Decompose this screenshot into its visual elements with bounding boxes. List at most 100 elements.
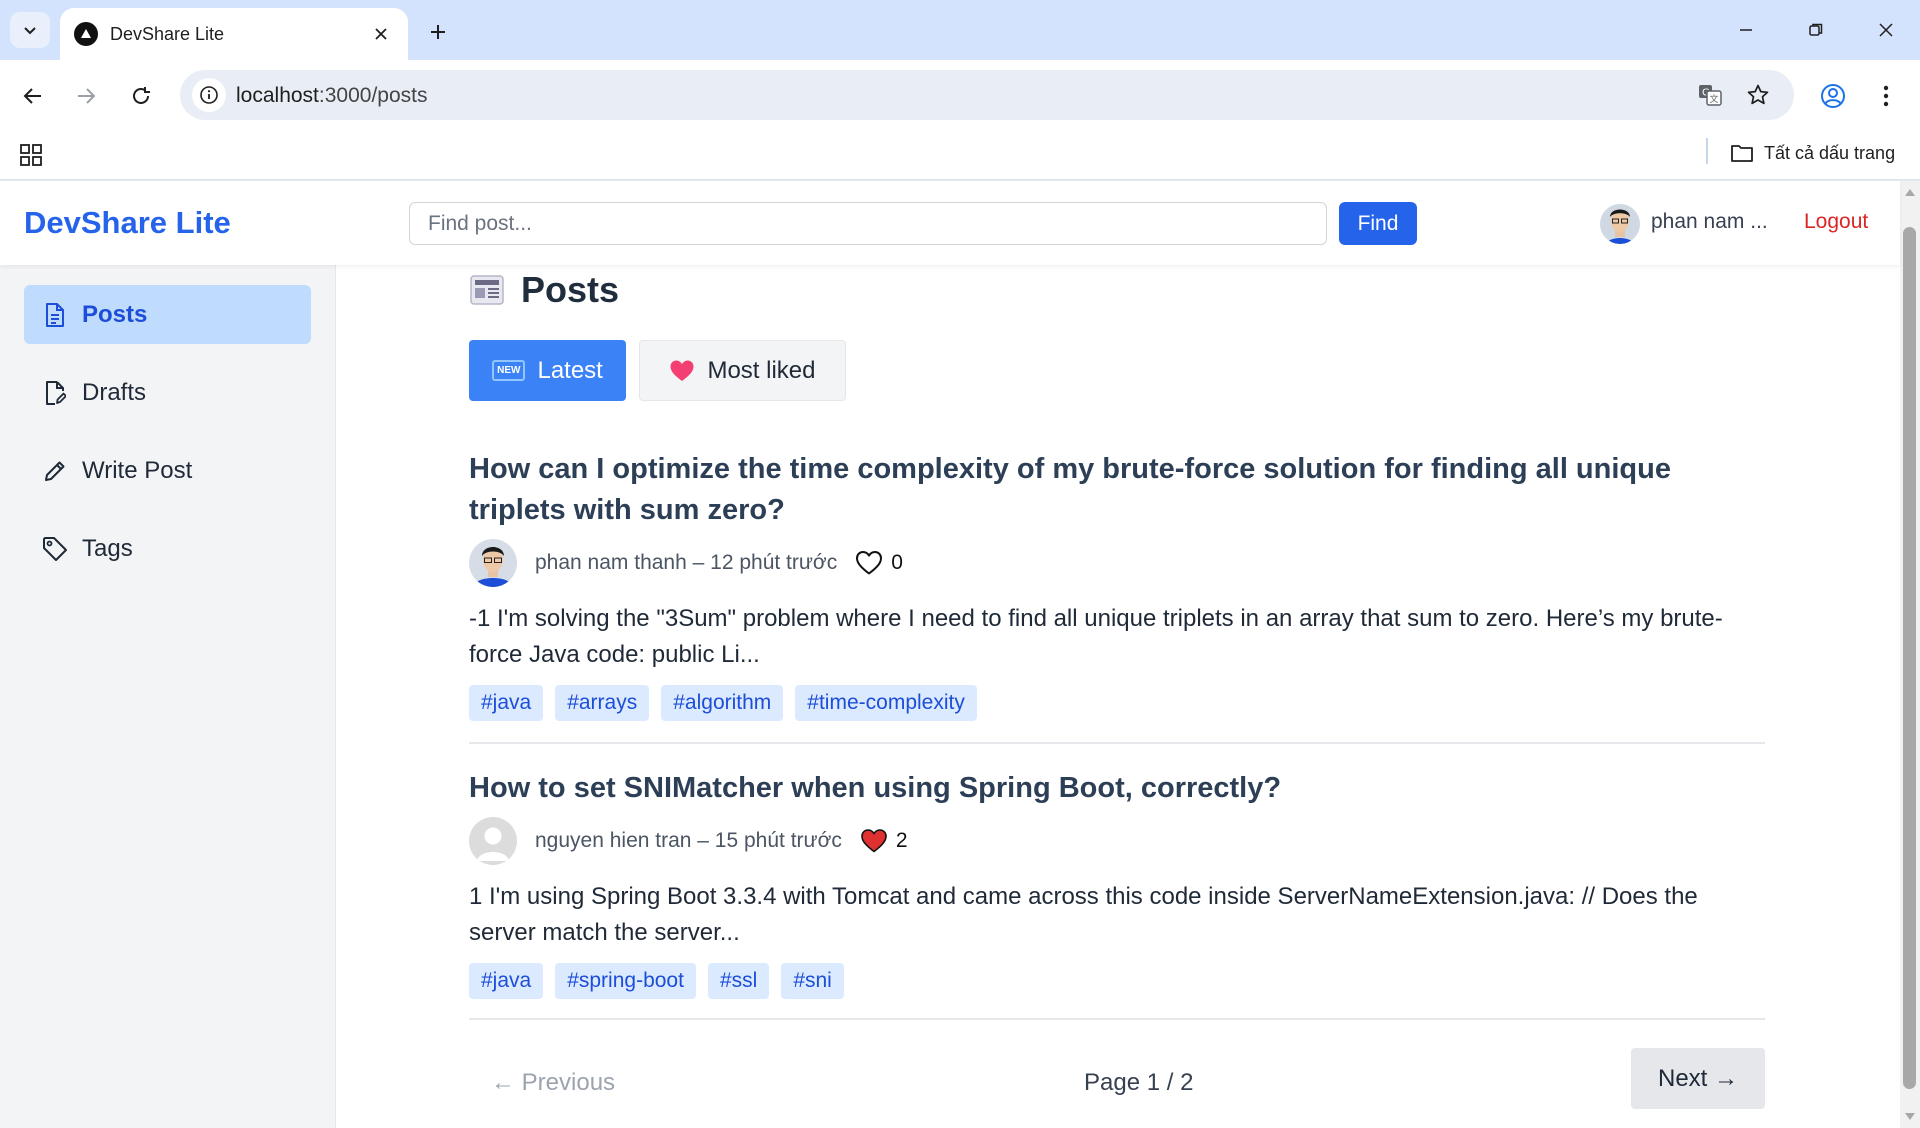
arrow-right-icon [78, 88, 96, 104]
avatar [469, 539, 517, 587]
sidebar-item-tags[interactable]: Tags [24, 519, 311, 578]
post-excerpt: -1 I'm solving the "3Sum" problem where … [469, 605, 1723, 668]
browser-tab[interactable]: DevShare Lite [60, 8, 408, 60]
tag-chip[interactable]: #ssl [707, 963, 770, 999]
forward-button[interactable] [66, 76, 106, 116]
minimize-button[interactable] [1722, 10, 1770, 50]
profile-button[interactable] [1813, 76, 1853, 116]
search-input[interactable] [409, 202, 1327, 245]
post-title[interactable]: How can I optimize the time complexity o… [469, 449, 1765, 531]
reload-button[interactable] [121, 76, 161, 116]
restore-icon [1809, 23, 1823, 36]
sidebar-item-posts[interactable]: Posts [24, 285, 311, 344]
post-divider [469, 742, 1765, 744]
tag-chip[interactable]: #java [469, 685, 544, 721]
sidebar-item-label: Tags [82, 534, 133, 562]
tag-chip[interactable]: #arrays [555, 685, 650, 721]
brand-logo[interactable]: DevShare Lite [24, 205, 231, 241]
sidebar-item-label: Write Post [82, 456, 193, 484]
all-bookmarks-button[interactable]: Tất cả dấu trang [1730, 138, 1895, 168]
post-author-time: phan nam thanh – 12 phút trước [535, 551, 838, 574]
avatar [469, 817, 517, 865]
draft-icon [42, 380, 68, 406]
page-title-text: Posts [521, 269, 620, 310]
avatar[interactable] [1600, 201, 1640, 247]
arrow-left-icon [23, 88, 41, 104]
reload-icon [133, 87, 150, 104]
app-header: DevShare Lite Find phan nam ... Logout [0, 181, 1900, 265]
post-divider [469, 1018, 1765, 1020]
page-title: Posts [469, 269, 619, 311]
minimize-icon [1740, 29, 1752, 31]
site-info-icon[interactable] [192, 78, 226, 112]
tab-title: DevShare Lite [110, 23, 225, 44]
post-meta: phan nam thanh – 12 phút trước 0 [469, 539, 1765, 587]
translate-icon[interactable]: G文 [1694, 80, 1726, 110]
back-button[interactable] [13, 76, 53, 116]
tag-icon [42, 536, 68, 562]
sort-most-liked-label: Most liked [707, 356, 816, 384]
document-icon [42, 302, 68, 328]
tag-chip[interactable]: #algorithm [661, 685, 784, 721]
app-favicon-icon [74, 22, 98, 46]
page-indicator: Page 1 / 2 [1084, 1069, 1194, 1096]
scroll-up-icon[interactable] [1904, 187, 1916, 197]
like-button[interactable]: 0 [855, 550, 903, 576]
post-item: How can I optimize the time complexity o… [469, 449, 1765, 721]
browser-toolbar: localhost:3000/posts G文 [0, 60, 1920, 130]
browser-tabstrip: DevShare Lite [0, 0, 1920, 60]
sort-latest-button[interactable]: NEW Latest [469, 340, 626, 401]
url-text[interactable]: localhost:3000/posts [236, 84, 427, 108]
plus-icon [431, 25, 445, 39]
close-icon [1879, 23, 1893, 37]
tag-chip[interactable]: #java [469, 963, 544, 999]
url-path: :3000/posts [318, 84, 428, 107]
new-tab-button[interactable] [420, 14, 456, 50]
sidebar-item-label: Posts [82, 300, 148, 328]
restore-button[interactable] [1792, 10, 1840, 50]
tag-chip[interactable]: #time-complexity [795, 685, 977, 721]
scroll-down-icon[interactable] [1904, 1112, 1916, 1122]
sort-most-liked-button[interactable]: Most liked [639, 340, 846, 401]
folder-icon [1731, 145, 1753, 162]
heart-icon [670, 360, 694, 381]
post-tags: #java #arrays #algorithm #time-complexit… [469, 685, 1765, 721]
close-window-button[interactable] [1862, 10, 1910, 50]
close-tab-icon[interactable] [368, 21, 394, 47]
previous-page-button[interactable]: ← Previous [491, 1069, 615, 1097]
apps-grid-icon[interactable] [16, 140, 46, 170]
post-tags: #java #spring-boot #ssl #sni [469, 963, 1765, 999]
address-bar[interactable]: localhost:3000/posts G文 [180, 70, 1794, 120]
newspaper-icon [470, 275, 504, 305]
post-title[interactable]: How to set SNIMatcher when using Spring … [469, 768, 1765, 809]
page-viewport: DevShare Lite Find phan nam ... Logout [0, 181, 1920, 1128]
next-page-button[interactable]: Next → [1631, 1048, 1765, 1109]
tag-chip[interactable]: #spring-boot [555, 963, 696, 999]
bookmark-star-icon[interactable] [1742, 80, 1774, 110]
like-count: 0 [891, 551, 903, 574]
post-excerpt: 1 I'm using Spring Boot 3.3.4 with Tomca… [469, 883, 1698, 946]
profile-icon [1821, 84, 1845, 108]
new-icon: NEW [492, 360, 526, 381]
sidebar-item-write-post[interactable]: Write Post [24, 441, 311, 500]
sort-latest-label: Latest [537, 356, 603, 384]
logout-link[interactable]: Logout [1804, 210, 1868, 234]
more-vertical-icon [1883, 85, 1889, 107]
bookmarks-bar: Tất cả dấu trang [0, 130, 1920, 180]
scrollbar-thumb[interactable] [1903, 227, 1916, 1089]
heart-outline-icon [856, 551, 883, 575]
tab-search-button[interactable] [10, 12, 50, 48]
tag-chip[interactable]: #sni [781, 963, 844, 999]
user-name[interactable]: phan nam ... [1651, 210, 1768, 234]
like-button[interactable]: 2 [860, 828, 908, 854]
find-button[interactable]: Find [1339, 202, 1417, 245]
post-author-time: nguyen hien tran – 15 phút trước [535, 829, 842, 852]
post-meta: nguyen hien tran – 15 phút trước 2 [469, 817, 1765, 865]
post-item: How to set SNIMatcher when using Spring … [469, 768, 1765, 999]
heart-filled-icon [861, 829, 887, 853]
browser-menu-button[interactable] [1866, 76, 1906, 116]
sidebar-item-drafts[interactable]: Drafts [24, 363, 311, 422]
all-bookmarks-label: Tất cả dấu trang [1764, 142, 1896, 163]
pencil-icon [42, 458, 68, 484]
sidebar: Posts Drafts Write Post Tags [0, 265, 336, 1128]
